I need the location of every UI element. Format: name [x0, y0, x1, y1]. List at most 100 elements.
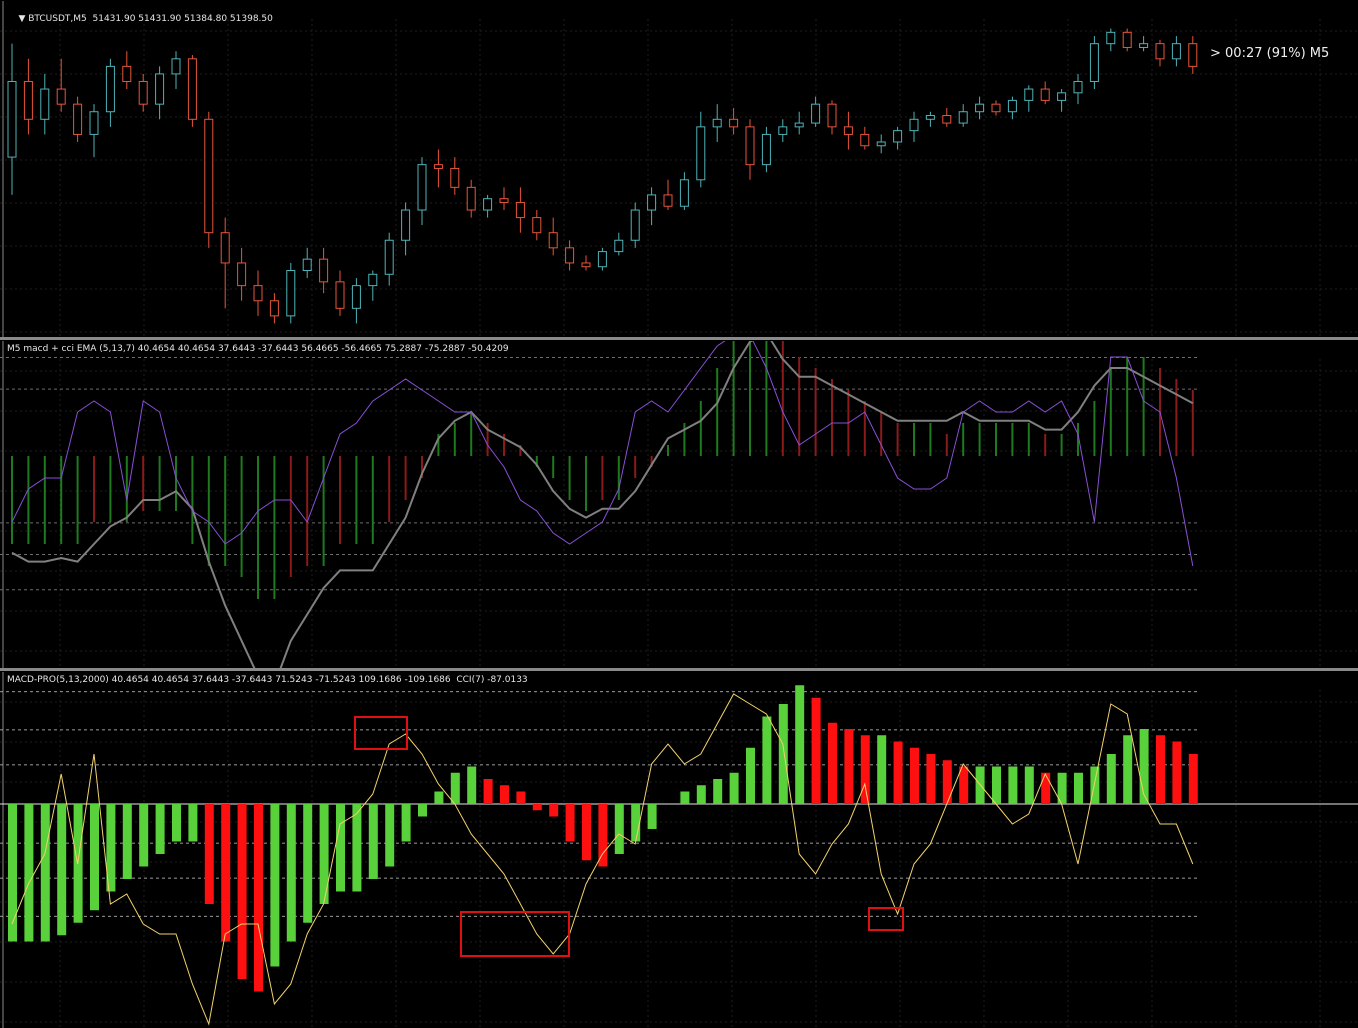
histogram-bar [306, 456, 309, 566]
histogram-bar [634, 456, 637, 478]
histogram-bar [860, 735, 870, 804]
candle-body [1089, 43, 1099, 82]
histogram-bar [696, 785, 706, 804]
candle-body [401, 209, 411, 241]
histogram-bar [254, 804, 263, 992]
histogram-bar [814, 368, 817, 456]
candle-body [351, 285, 361, 309]
highlight-box [354, 716, 408, 750]
candle-body [876, 141, 886, 147]
histogram-bar [352, 804, 362, 892]
histogram-bar [880, 412, 883, 456]
histogram-bar [749, 341, 751, 456]
candle-body [778, 126, 788, 135]
histogram-bar [926, 754, 936, 804]
histogram-bar [598, 804, 608, 867]
histogram-bar [585, 456, 587, 511]
histogram-bar [289, 456, 292, 577]
macd-pro-chart[interactable] [0, 672, 1358, 1028]
candle-body [761, 133, 771, 166]
histogram-bar [863, 401, 866, 456]
histogram-bar [1142, 357, 1145, 456]
histogram-bar [762, 716, 772, 804]
histogram-bar [483, 779, 493, 804]
histogram-bar [434, 791, 444, 804]
candle-body [614, 239, 624, 253]
candle-body [729, 118, 739, 128]
histogram-bar [1011, 423, 1014, 456]
histogram-bar [1109, 368, 1112, 456]
histogram-bar [565, 804, 575, 842]
histogram-bar [552, 456, 555, 478]
candle-body [1007, 99, 1017, 113]
candle-body [302, 258, 312, 272]
ohlc-text: 51431.90 51431.90 51384.80 51398.50 [92, 14, 273, 24]
histogram-bar [240, 456, 243, 577]
cci-line [11, 341, 1194, 567]
histogram-bar [913, 423, 915, 456]
candle-body [1024, 88, 1034, 101]
indicator2-title: MACD-PRO(5,13,2000) 40.4654 40.4654 37.6… [7, 675, 528, 685]
histogram-bar [631, 804, 641, 842]
histogram-bar [992, 766, 1001, 804]
histogram-bar [713, 779, 723, 804]
histogram-bar [910, 747, 919, 804]
histogram-bar [371, 456, 374, 544]
candle-body [696, 126, 706, 181]
price-chart[interactable] [0, 1, 1358, 338]
candle-body [532, 217, 542, 234]
histogram-bar [1024, 766, 1034, 804]
histogram-bar [1126, 357, 1129, 456]
price-pane[interactable]: ▼ BTCUSDT,M5 51431.90 51431.90 51384.80 … [0, 0, 1358, 338]
candle-body [73, 103, 83, 135]
histogram-bar [1008, 766, 1018, 804]
collapse-triangle-icon[interactable]: ▼ [18, 14, 28, 24]
candle-body [204, 118, 214, 234]
candle-body [1188, 43, 1198, 67]
macd-cci-chart[interactable] [0, 341, 1358, 669]
candle-body [450, 167, 460, 188]
candle-body [630, 209, 640, 241]
histogram-bar [680, 791, 690, 804]
candle-body [515, 201, 525, 219]
histogram-bar [959, 766, 969, 804]
histogram-bar [11, 456, 13, 544]
candle-body [647, 194, 657, 211]
histogram-bar [811, 697, 821, 804]
histogram-bar [647, 804, 657, 829]
histogram-bar [893, 741, 903, 804]
histogram-bar [1188, 754, 1198, 804]
histogram-bar [336, 804, 345, 892]
histogram-bar [601, 456, 604, 500]
candle-body [319, 258, 329, 283]
macd-pro-pane[interactable]: MACD-PRO(5,13,2000) 40.4654 40.4654 37.6… [0, 671, 1358, 1028]
histogram-bar [716, 368, 719, 456]
histogram-bar [286, 804, 296, 942]
histogram-bar [8, 804, 17, 942]
histogram-bar [60, 456, 63, 544]
histogram-bar [765, 341, 768, 456]
candle-body [679, 179, 689, 207]
histogram-bar [532, 804, 542, 811]
candle-body [417, 164, 427, 211]
histogram-bar [191, 456, 194, 544]
histogram-bar [732, 341, 735, 456]
histogram-bar [1027, 423, 1030, 456]
candle-body [237, 262, 247, 287]
candle-body [1040, 88, 1050, 101]
candle-body [269, 300, 279, 317]
macd-cci-pane[interactable]: M5 macd + cci EMA (5,13,7) 40.4654 40.46… [0, 340, 1358, 669]
candle-body [89, 111, 99, 135]
candle-body [286, 270, 296, 317]
candle-body [597, 251, 607, 268]
candle-body [220, 232, 230, 264]
histogram-bar [125, 456, 128, 522]
candle-body [745, 126, 755, 166]
candle-body [40, 88, 50, 120]
histogram-bar [27, 456, 30, 544]
histogram-bar [896, 423, 899, 456]
histogram-bar [1060, 434, 1063, 456]
histogram-bar [385, 804, 395, 867]
histogram-bar [877, 735, 887, 804]
candle-body [827, 103, 837, 128]
